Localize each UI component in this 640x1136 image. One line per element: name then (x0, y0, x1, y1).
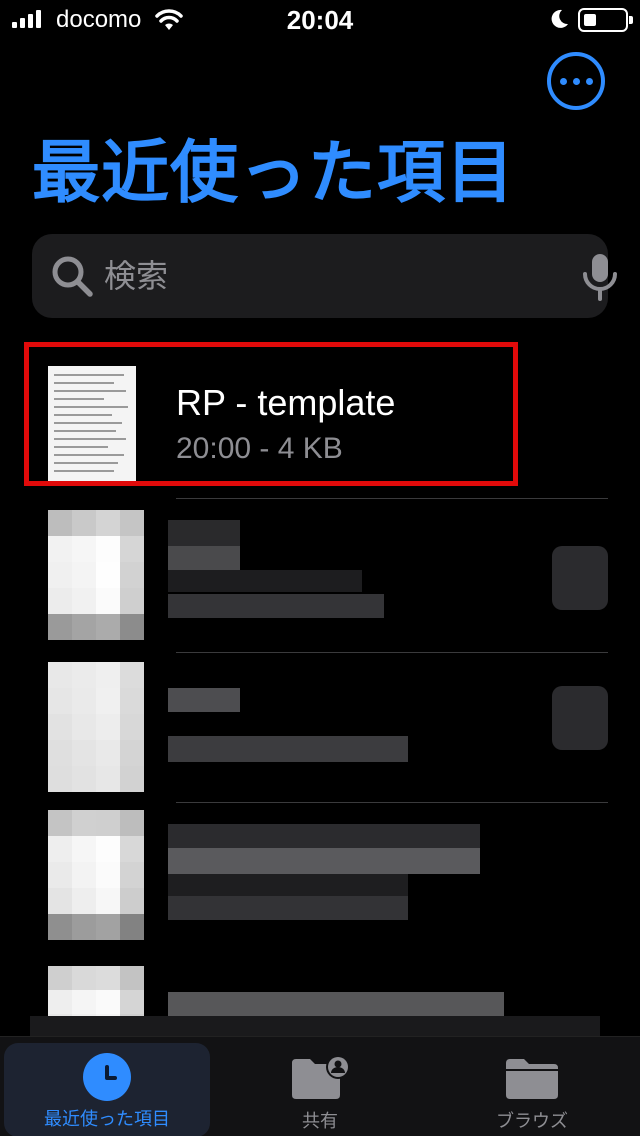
mic-icon[interactable] (580, 252, 620, 302)
search-icon (52, 256, 93, 297)
page-title: 最近使った項目 (32, 134, 516, 213)
tab-label: 共有 (302, 1111, 338, 1132)
highlight-box (24, 342, 518, 486)
tab-label: ブラウズ (496, 1111, 568, 1132)
moon-icon (551, 9, 568, 28)
redacted-list-item[interactable] (0, 662, 640, 808)
shared-folder-icon (292, 1055, 350, 1099)
redacted-thumbnail (48, 662, 144, 792)
tab-shared[interactable]: 共有 (220, 1043, 420, 1136)
clock-icon (83, 1053, 131, 1101)
more-options-button[interactable] (547, 52, 605, 110)
tab-recents[interactable]: 最近使った項目 (4, 1043, 210, 1136)
redacted-thumbnail (48, 810, 144, 940)
redacted-thumbnail (48, 510, 144, 640)
redacted-list-item[interactable] (0, 810, 640, 956)
tab-bar: 最近使った項目 共有 ブラウズ (0, 1036, 640, 1136)
status-time: 20:04 (286, 5, 354, 35)
list-separator (176, 498, 608, 499)
tab-browse[interactable]: ブラウズ (432, 1043, 632, 1136)
status-bar: docomo 20:04 (0, 0, 640, 40)
redacted-list-item[interactable] (0, 510, 640, 656)
tab-label: 最近使った項目 (44, 1109, 170, 1130)
search-input[interactable] (104, 252, 544, 300)
search-bar[interactable] (32, 234, 617, 318)
battery-icon (578, 8, 633, 32)
ellipsis-circle-icon (559, 77, 567, 85)
folder-icon (506, 1059, 558, 1099)
